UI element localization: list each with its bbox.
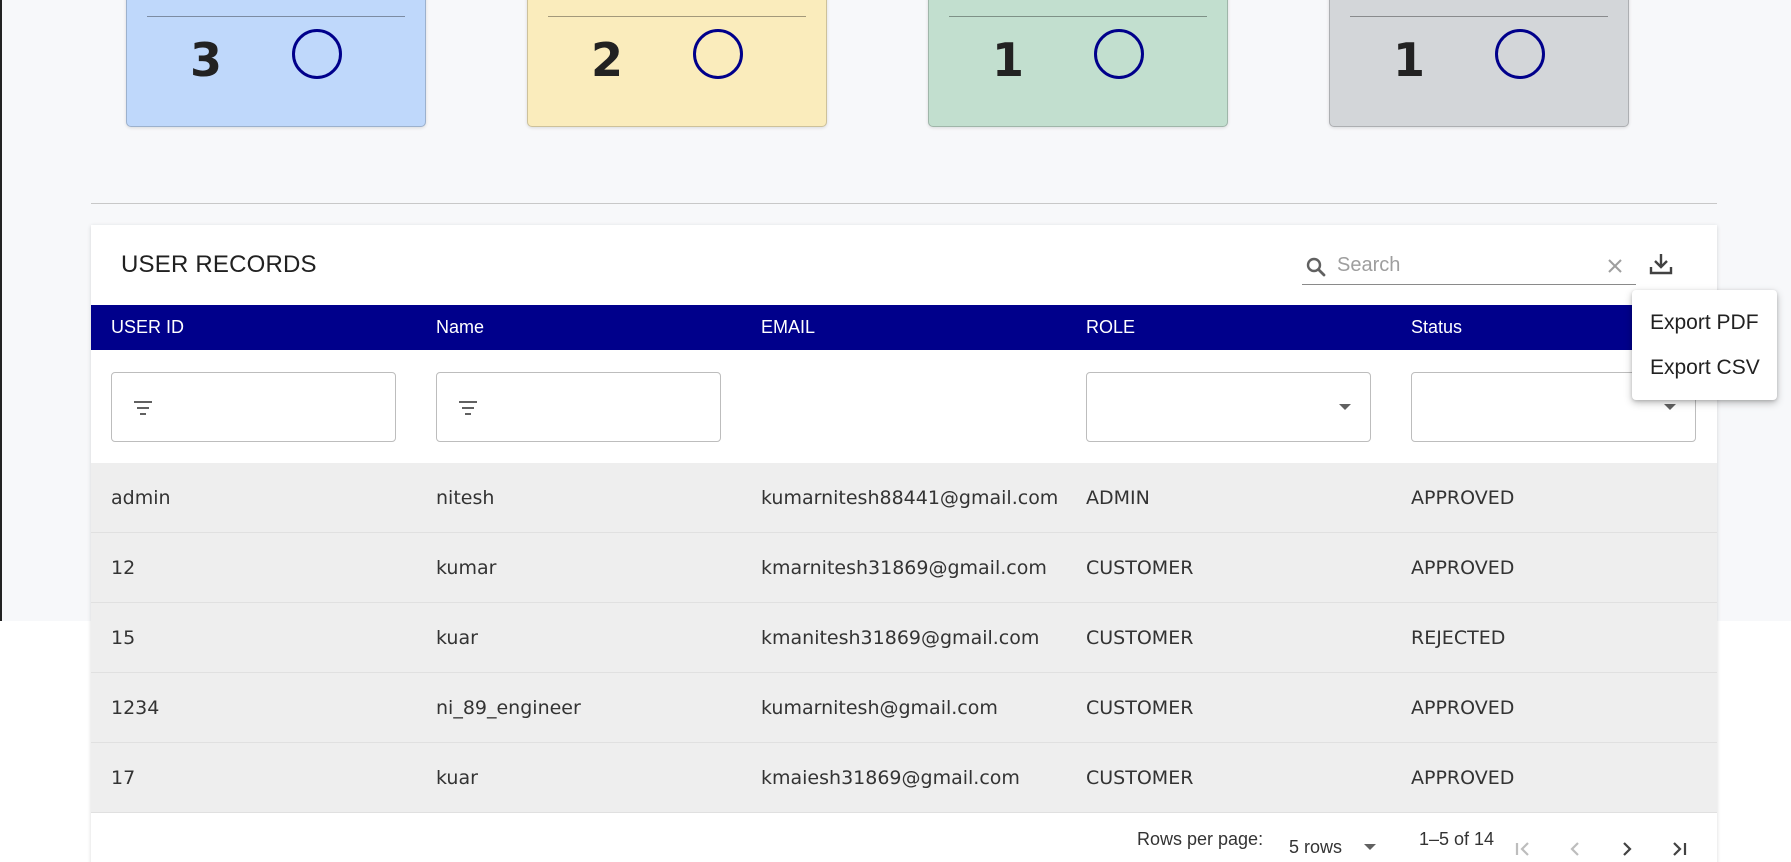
dropdown-arrow-icon[interactable] xyxy=(1363,843,1377,851)
section-divider xyxy=(91,203,1717,204)
cell-email: kmarnitesh31869@gmail.com xyxy=(761,557,1047,579)
pagination-range: 1–5 of 14 xyxy=(1419,829,1495,849)
card-divider xyxy=(1350,16,1608,17)
table-pagination: Rows per page: 5 rows 1–5 of 14 xyxy=(91,813,1717,862)
search-input[interactable] xyxy=(1337,251,1597,279)
cell-user-id: 15 xyxy=(111,627,136,649)
filter-icon xyxy=(457,399,479,417)
cell-user-id: admin xyxy=(111,487,171,509)
cell-name: kumar xyxy=(436,557,497,579)
table-row[interactable]: admin nitesh kumarnitesh88441@gmail.com … xyxy=(91,463,1717,533)
circle-icon xyxy=(292,29,342,79)
card-divider xyxy=(548,16,806,17)
cell-status: APPROVED xyxy=(1411,767,1515,789)
search-icon xyxy=(1304,255,1328,279)
export-csv-menu-item[interactable]: Export CSV xyxy=(1650,356,1760,380)
table-header: USER ID Name EMAIL ROLE Status xyxy=(91,305,1717,350)
card-divider xyxy=(147,16,405,17)
summary-card-3: 1 xyxy=(928,0,1228,127)
cell-status: APPROVED xyxy=(1411,557,1515,579)
table-title: USER RECORDS xyxy=(121,251,317,278)
name-filter-input[interactable] xyxy=(436,372,721,442)
first-page-icon[interactable] xyxy=(1509,835,1537,862)
summary-card-2: 2 xyxy=(527,0,827,127)
cell-name: ni_89_engineer xyxy=(436,697,581,719)
cell-email: kmanitesh31869@gmail.com xyxy=(761,627,1040,649)
cell-status: APPROVED xyxy=(1411,487,1515,509)
column-header-email[interactable]: EMAIL xyxy=(761,305,815,350)
cell-name: kuar xyxy=(436,767,478,789)
cell-status: APPROVED xyxy=(1411,697,1515,719)
user-records-table: USER RECORDS USER ID Name EMAIL ROLE Sta… xyxy=(91,225,1717,862)
cell-role: CUSTOMER xyxy=(1086,697,1194,719)
cell-role: CUSTOMER xyxy=(1086,627,1194,649)
table-row[interactable]: 1234 ni_89_engineer kumarnitesh@gmail.co… xyxy=(91,673,1717,743)
cell-name: kuar xyxy=(436,627,478,649)
table-row[interactable]: 15 kuar kmanitesh31869@gmail.com CUSTOME… xyxy=(91,603,1717,673)
search-bar xyxy=(1302,247,1636,285)
summary-card-1: 3 xyxy=(126,0,426,127)
cell-name: nitesh xyxy=(436,487,495,509)
cell-role: CUSTOMER xyxy=(1086,557,1194,579)
circle-icon xyxy=(1495,29,1545,79)
column-header-status[interactable]: Status xyxy=(1411,305,1462,350)
dropdown-arrow-icon xyxy=(1663,403,1677,411)
cell-email: kmaiesh31869@gmail.com xyxy=(761,767,1020,789)
card-count: 1 xyxy=(992,33,1025,87)
circle-icon xyxy=(1094,29,1144,79)
next-page-icon[interactable] xyxy=(1613,835,1641,862)
role-filter-select[interactable] xyxy=(1086,372,1371,442)
cell-user-id: 17 xyxy=(111,767,136,789)
download-icon[interactable] xyxy=(1646,249,1676,279)
cell-email: kumarnitesh@gmail.com xyxy=(761,697,998,719)
cell-role: CUSTOMER xyxy=(1086,767,1194,789)
cell-email: kumarnitesh88441@gmail.com xyxy=(761,487,1059,509)
export-pdf-menu-item[interactable]: Export PDF xyxy=(1650,311,1759,335)
card-divider xyxy=(949,16,1207,17)
column-header-name[interactable]: Name xyxy=(436,305,484,350)
cell-user-id: 1234 xyxy=(111,697,160,719)
table-row[interactable]: 17 kuar kmaiesh31869@gmail.com CUSTOMER … xyxy=(91,743,1717,813)
filter-icon xyxy=(132,399,154,417)
card-count: 2 xyxy=(591,33,624,87)
dropdown-arrow-icon xyxy=(1338,403,1352,411)
column-header-user-id[interactable]: USER ID xyxy=(111,305,184,350)
export-menu: Export PDF Export CSV xyxy=(1632,290,1777,400)
user-id-filter-input[interactable] xyxy=(111,372,396,442)
cell-user-id: 12 xyxy=(111,557,136,579)
previous-page-icon[interactable] xyxy=(1561,835,1589,862)
cell-role: ADMIN xyxy=(1086,487,1150,509)
rows-per-page-select[interactable]: 5 rows xyxy=(1289,837,1342,858)
table-row[interactable]: 12 kumar kmarnitesh31869@gmail.com CUSTO… xyxy=(91,533,1717,603)
last-page-icon[interactable] xyxy=(1665,835,1693,862)
circle-icon xyxy=(693,29,743,79)
card-count: 1 xyxy=(1393,33,1426,87)
card-count: 3 xyxy=(190,33,223,87)
clear-icon[interactable] xyxy=(1604,255,1626,277)
column-header-role[interactable]: ROLE xyxy=(1086,305,1135,350)
rows-per-page-label: Rows per page: xyxy=(1137,829,1264,849)
summary-card-4: 1 xyxy=(1329,0,1629,127)
cell-status: REJECTED xyxy=(1411,627,1506,649)
